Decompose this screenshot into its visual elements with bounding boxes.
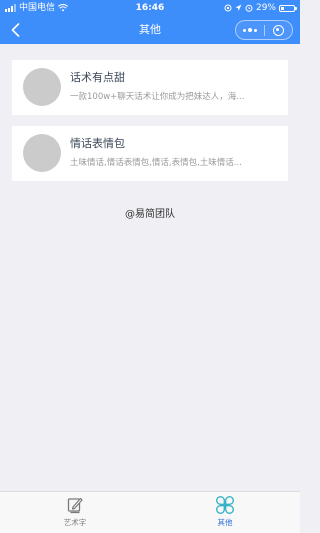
close-program-button[interactable] xyxy=(265,21,293,39)
tab-label: 其他 xyxy=(217,518,233,527)
avatar xyxy=(23,134,61,172)
four-petal-icon xyxy=(216,496,234,514)
card-description: 土味情话,情话表情包,情话,表情包,土味情话... xyxy=(70,158,242,168)
mini-program-capsule xyxy=(235,20,293,40)
nav-bar: 其他 xyxy=(0,16,300,44)
rotation-lock-icon xyxy=(224,4,232,12)
tab-bar: 艺术字 其他 xyxy=(0,491,300,533)
app-screen: 中国电信 16:46 29% 其他 话术有点甜 一款100w+聊天话术让你成为把… xyxy=(0,0,300,533)
status-right: 29% xyxy=(224,0,297,16)
team-credit: @易简团队 xyxy=(125,209,175,220)
avatar xyxy=(23,68,61,106)
battery-fill xyxy=(281,6,284,10)
card-title: 情话表情包 xyxy=(70,137,125,150)
pen-square-icon xyxy=(66,496,84,514)
tab-art-text[interactable]: 艺术字 xyxy=(45,496,105,530)
list-item[interactable]: 话术有点甜 一款100w+聊天话术让你成为把妹达人，海... xyxy=(12,60,288,115)
more-dots-icon xyxy=(242,28,257,32)
close-target-icon xyxy=(272,24,284,36)
more-button[interactable] xyxy=(236,21,264,39)
status-bar: 中国电信 16:46 29% xyxy=(0,0,300,16)
battery-percent: 29% xyxy=(255,3,276,13)
tab-label: 艺术字 xyxy=(63,518,87,527)
alarm-icon xyxy=(245,4,253,12)
card-title: 话术有点甜 xyxy=(70,71,125,84)
location-icon xyxy=(235,4,242,11)
list-item[interactable]: 情话表情包 土味情话,情话表情包,情话,表情包,土味情话... xyxy=(12,126,288,181)
battery-icon xyxy=(279,4,297,12)
card-description: 一款100w+聊天话术让你成为把妹达人，海... xyxy=(70,92,245,102)
tab-other[interactable]: 其他 xyxy=(195,496,255,530)
